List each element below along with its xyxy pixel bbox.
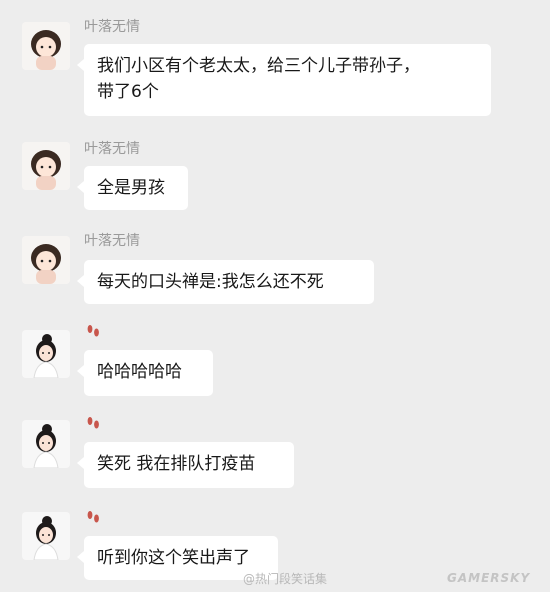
girl-photo-avatar[interactable]	[22, 512, 70, 560]
message-bubble[interactable]: 笑死 我在排队打疫苗	[77, 442, 294, 488]
footprints-icon	[84, 508, 102, 530]
girl-photo-avatar[interactable]	[22, 330, 70, 378]
message-bubble[interactable]: 哈哈哈哈哈	[77, 350, 213, 396]
message-bubble[interactable]: 全是男孩	[77, 166, 188, 210]
cartoon-girl-avatar[interactable]	[22, 142, 70, 190]
footprints-icon	[84, 322, 102, 344]
girl-photo-avatar[interactable]	[22, 420, 70, 468]
sender-name: 叶落无情	[84, 233, 140, 249]
message-bubble[interactable]: 我们小区有个老太太，给三个儿子带孙子， 带了6个	[77, 44, 491, 116]
watermark-logo: GAMERSKY	[447, 571, 531, 585]
message-bubble[interactable]: 每天的口头禅是:我怎么还不死	[77, 260, 374, 304]
sender-name: 叶落无情	[84, 141, 140, 157]
cartoon-girl-avatar[interactable]	[22, 236, 70, 284]
sender-name: 叶落无情	[84, 19, 140, 35]
footprints-icon	[84, 414, 102, 436]
cartoon-girl-avatar[interactable]	[22, 22, 70, 70]
watermark-text: @热门段笑话集	[243, 572, 328, 586]
